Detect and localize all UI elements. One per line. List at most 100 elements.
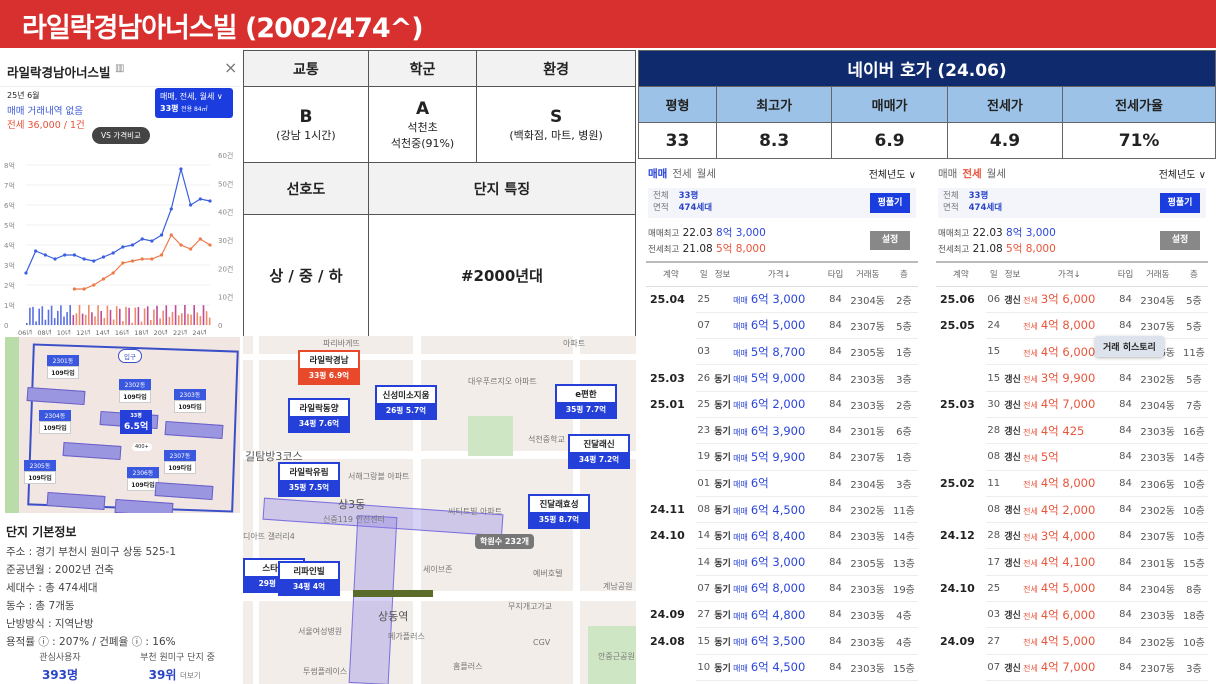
data-point[interactable] (43, 253, 47, 257)
table-row[interactable]: 15 갱신 전세 3억 9,900 84 2302동 5층 (936, 364, 1208, 392)
data-point[interactable] (82, 257, 86, 261)
complex-marker[interactable]: e편한 35평 7.7억 (555, 384, 617, 419)
tab-sale[interactable]: 매매 (648, 168, 667, 180)
complex-marker[interactable]: 라일락유림 35평 7.5억 (278, 462, 340, 497)
data-point[interactable] (189, 203, 193, 207)
complex-marker[interactable]: 진달래효성 35평 8.7억 (528, 494, 590, 529)
table-row[interactable]: 24.09 27 동기 매매 6억 4,800 84 2303동 4층 (646, 601, 918, 629)
table-row[interactable]: 08 갱신 전세 4억 2,000 84 2302동 10층 (936, 496, 1208, 524)
column-header[interactable]: 가격↓ (733, 261, 826, 287)
table-row[interactable]: 25.06 06 갱신 전세 3억 6,000 84 2304동 5층 (936, 286, 1208, 313)
data-point[interactable] (101, 255, 106, 259)
tab-jeonse[interactable]: 전세 (672, 168, 691, 180)
table-row[interactable]: 25.03 30 갱신 전세 4억 7,000 84 2304동 7층 (936, 391, 1208, 418)
vs-compare-button[interactable]: VS 가격비교 (92, 127, 150, 144)
area-unfold-button[interactable]: 평풀기 (870, 193, 910, 213)
data-point[interactable] (53, 257, 57, 261)
column-header[interactable]: 가격↓ (1023, 261, 1116, 287)
table-row[interactable]: 24.10 14 동기 매매 6억 8,400 84 2303동 14층 (646, 522, 918, 550)
dong-tag[interactable]: 2307동 109타입 (164, 450, 196, 474)
table-row[interactable]: 01 동기 매매 6억 84 2304동 3층 (646, 470, 918, 497)
table-row[interactable]: 25.05 24 전세 4억 8,000 84 2307동 5층 (936, 312, 1208, 340)
table-row[interactable]: 24.12 28 갱신 전세 3억 4,000 84 2307동 10층 (936, 522, 1208, 550)
data-point[interactable] (82, 287, 86, 291)
table-row[interactable]: 24.08 15 동기 매매 6억 3,500 84 2303동 4층 (646, 627, 918, 655)
data-point[interactable] (198, 197, 202, 201)
data-point[interactable] (92, 259, 96, 263)
table-row[interactable]: 07 매매 6억 5,000 84 2307동 5층 (646, 312, 918, 340)
more-link[interactable]: 더보기 (180, 670, 201, 681)
data-point[interactable] (34, 249, 38, 253)
table-row[interactable]: 03 매매 5억 8,700 84 2305동 1층 (646, 338, 918, 366)
data-point[interactable] (101, 277, 106, 281)
table-row[interactable]: 10 동기 매매 6억 4,500 84 2303동 15층 (646, 654, 918, 681)
table-row[interactable]: 08 갱신 전세 5억 84 2303동 14층 (936, 443, 1208, 471)
data-point[interactable] (24, 271, 28, 275)
data-point[interactable] (72, 287, 77, 291)
data-point[interactable] (208, 243, 212, 247)
data-point[interactable] (208, 199, 212, 203)
data-point[interactable] (169, 233, 173, 237)
dong-tag[interactable]: 2301동 109타입 (47, 355, 79, 379)
dong-tag[interactable]: 2305동 109타입 (24, 460, 56, 484)
table-row[interactable]: 19 동기 매매 5억 9,900 84 2307동 1층 (646, 443, 918, 471)
dong-tag[interactable]: 2304동 109타입 (39, 410, 71, 434)
complex-marker[interactable]: 신성미소지움 26평 5.7억 (375, 385, 437, 420)
area-map[interactable]: 파리바게뜨 아파트 대우푸르지오 아파트 석천중학교 길탐방3코스 서해그랑블 아파트 상3… (243, 336, 636, 684)
data-point[interactable] (189, 247, 193, 251)
data-point[interactable] (111, 271, 115, 275)
data-point[interactable] (150, 257, 154, 261)
complex-marker[interactable]: 리파인빌 34평 4억 (278, 561, 340, 596)
table-row[interactable]: 24.10 25 전세 4억 5,000 84 2304동 8층 (936, 575, 1208, 603)
table-row[interactable]: 25.02 11 전세 4억 8,000 84 2306동 10층 (936, 470, 1208, 497)
table-row[interactable]: 25.01 25 동기 매매 6억 2,000 84 2303동 2층 (646, 391, 918, 418)
table-row[interactable]: 03 갱신 전세 4억 6,000 84 2303동 18층 (936, 601, 1208, 629)
year-select[interactable]: 전체년도 ∨ (869, 166, 916, 181)
area-unfold-button[interactable]: 평풀기 (1160, 193, 1200, 213)
table-row[interactable]: 07 갱신 전세 4억 7,000 84 2307동 3층 (936, 654, 1208, 681)
tab-monthly[interactable]: 월세 (987, 168, 1006, 180)
data-point[interactable] (159, 253, 164, 257)
map-icon[interactable]: ▥ (115, 63, 124, 74)
table-row[interactable]: 25.03 26 동기 매매 5억 9,000 84 2303동 3층 (646, 364, 918, 392)
data-point[interactable] (121, 245, 125, 249)
data-point[interactable] (150, 239, 154, 243)
year-select[interactable]: 전체년도 ∨ (1159, 166, 1206, 181)
price-pin[interactable]: 33평 6.5억 (120, 410, 153, 434)
data-point[interactable] (169, 207, 173, 211)
data-point[interactable] (130, 243, 135, 247)
table-row[interactable]: 17 갱신 전세 4억 4,100 84 2301동 15층 (936, 548, 1208, 576)
tab-sale[interactable]: 매매 (938, 168, 957, 180)
table-row[interactable]: 23 동기 매매 6억 3,900 84 2301동 6층 (646, 417, 918, 445)
data-point[interactable] (140, 257, 144, 261)
trade-filter-button[interactable]: 매매, 전세, 월세 ∨ 33평 전용 84㎡ (155, 88, 233, 118)
settings-button[interactable]: 설정 (1160, 231, 1200, 250)
dong-tag[interactable]: 2303동 109타입 (174, 389, 206, 413)
data-point[interactable] (121, 261, 125, 265)
data-point[interactable] (140, 237, 144, 241)
data-point[interactable] (130, 259, 135, 263)
tab-jeonse[interactable]: 전세 (962, 168, 981, 180)
close-icon[interactable]: × (224, 58, 237, 77)
table-row[interactable]: 24.11 08 동기 매매 6억 4,500 84 2302동 11층 (646, 496, 918, 524)
complex-marker[interactable]: 라일락경남 33평 6.9억 (298, 350, 360, 385)
data-point[interactable] (179, 243, 183, 247)
data-point[interactable] (92, 283, 96, 287)
data-point[interactable] (159, 233, 164, 237)
table-row[interactable]: 28 갱신 전세 4억 425 84 2303동 16층 (936, 417, 1208, 445)
table-row[interactable]: 14 동기 매매 6억 3,000 84 2305동 13층 (646, 548, 918, 576)
table-row[interactable]: 25.04 25 매매 6억 3,000 84 2304동 2층 (646, 286, 918, 313)
data-point[interactable] (63, 253, 67, 257)
data-point[interactable] (198, 237, 202, 241)
data-point[interactable] (179, 167, 183, 171)
complex-marker[interactable]: 라일락동양 34평 7.6억 (288, 398, 350, 433)
table-row[interactable]: 24.09 27 전세 4억 5,000 84 2302동 10층 (936, 627, 1208, 655)
table-row[interactable]: 15전세4억 6,000842306동11층 (936, 338, 1208, 366)
settings-button[interactable]: 설정 (870, 231, 910, 250)
data-point[interactable] (72, 253, 77, 257)
complex-marker[interactable]: 진달래신 34평 7.2억 (568, 434, 630, 469)
data-point[interactable] (111, 251, 115, 255)
dong-tag[interactable]: 2302동 109타입 (119, 379, 151, 403)
building[interactable] (46, 491, 106, 511)
tab-monthly[interactable]: 월세 (697, 168, 716, 180)
